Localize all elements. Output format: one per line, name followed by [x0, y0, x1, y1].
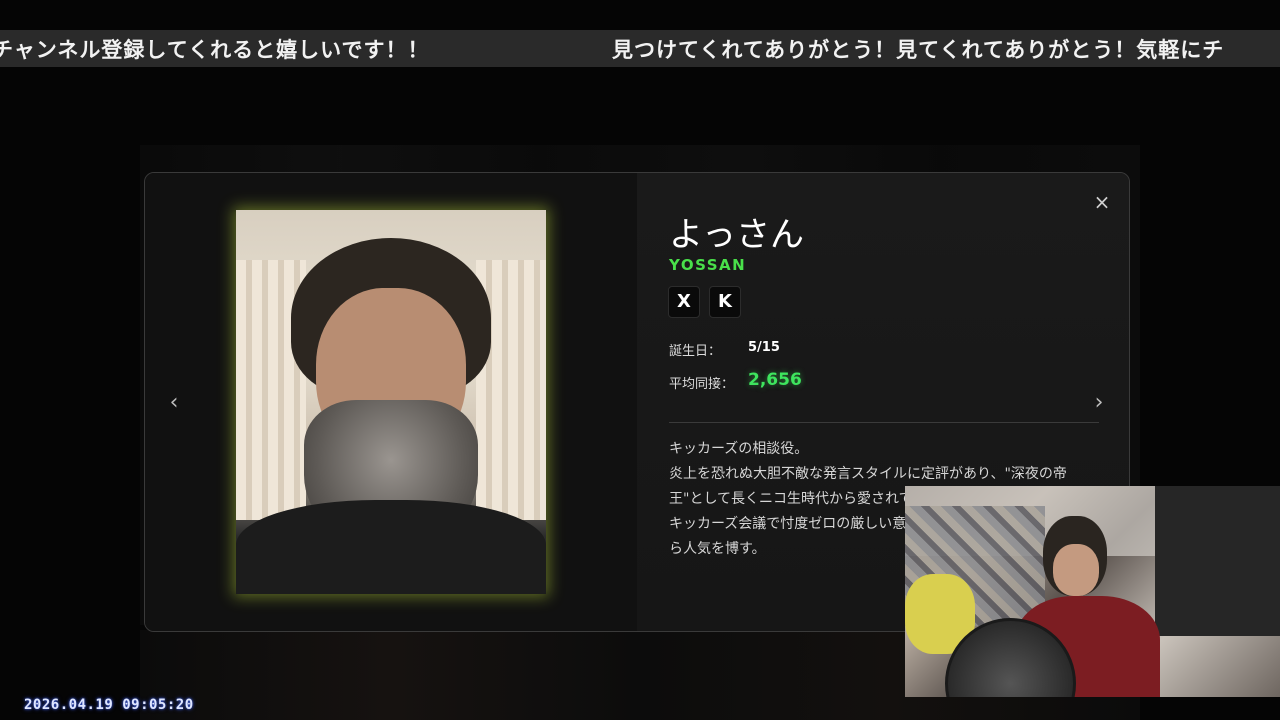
profile-photo: [236, 210, 546, 594]
photo-panel: [145, 173, 637, 631]
timestamp: 2026.04.19 09:05:20: [24, 697, 194, 713]
prev-profile-button[interactable]: ‹: [164, 391, 184, 415]
scrolling-ticker: チャンネル登録してくれると嬉しいです！！ 見つけてくれてありがとう！見てくれてあ…: [0, 30, 1280, 67]
webcam-overlay: [905, 486, 1280, 697]
close-button[interactable]: ×: [1092, 191, 1112, 213]
ticker-text-1: チャンネル登録してくれると嬉しいです！！: [0, 37, 430, 62]
avg-viewers-value: 2,656: [748, 370, 802, 390]
kick-icon[interactable]: K: [709, 286, 741, 318]
divider: [669, 422, 1099, 423]
next-profile-button[interactable]: ›: [1089, 391, 1109, 415]
photo-shirt: [236, 500, 546, 594]
member-name-roman: YOSSAN: [669, 256, 747, 274]
ticker-text-2: 見つけてくれてありがとう！見てくれてありがとう！気軽にチ: [612, 37, 1225, 62]
description-line: キッカーズの相談役。: [669, 441, 809, 457]
x-icon[interactable]: X: [668, 286, 700, 318]
birthday-value: 5/15: [748, 340, 780, 355]
member-name: よっさん: [669, 215, 804, 255]
description-line: 炎上を恐れぬ大胆不敵な発言スタイルに定評があり、"深夜の帝: [669, 466, 1067, 482]
streamer-face: [1053, 544, 1099, 596]
birthday-label: 誕生日：: [669, 344, 722, 359]
webcam-coat: [1155, 486, 1280, 636]
avg-viewers-label: 平均同接：: [669, 377, 735, 392]
